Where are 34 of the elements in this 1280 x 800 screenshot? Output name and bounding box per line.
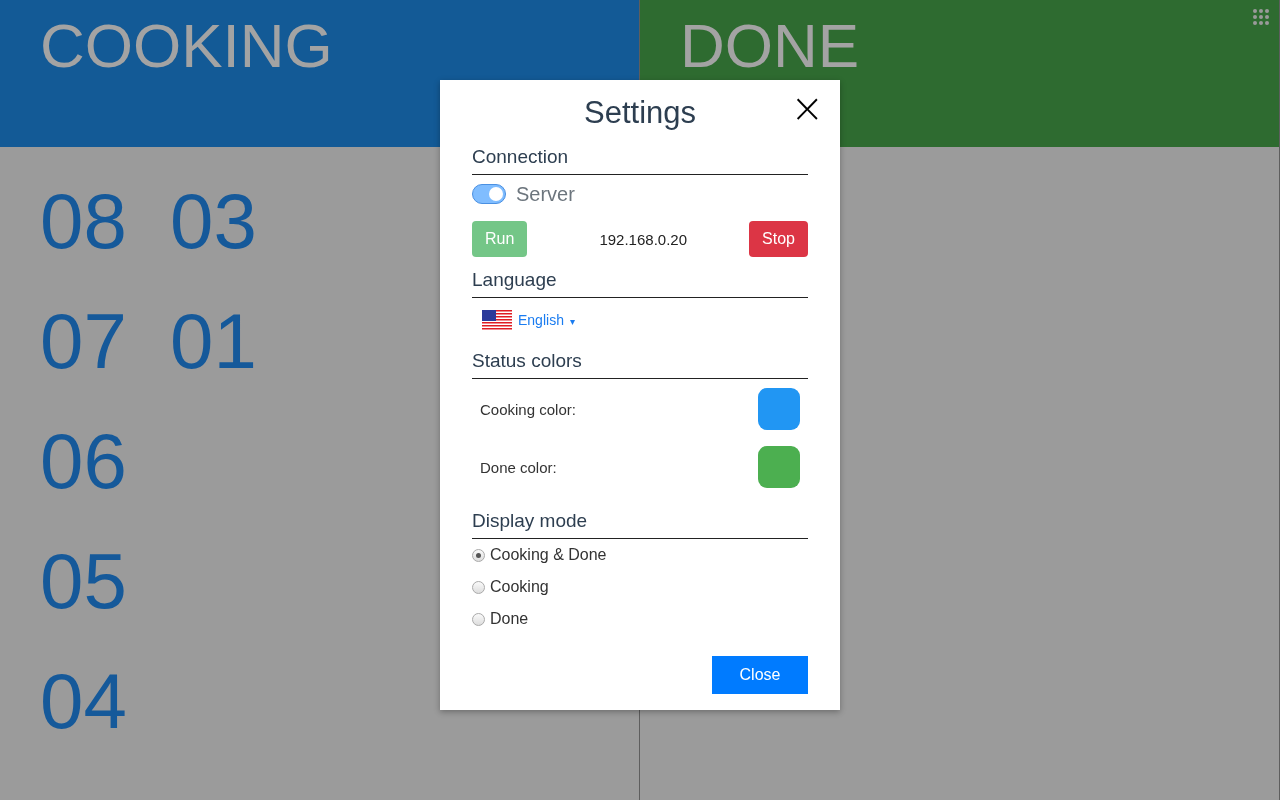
radio-button[interactable]	[472, 548, 485, 562]
order-number: 05	[40, 542, 128, 620]
apps-grid-icon[interactable]	[1252, 8, 1270, 26]
section-heading: Connection	[472, 134, 808, 175]
dialog-title: Settings	[584, 95, 696, 131]
order-number: 04	[40, 662, 128, 740]
section-heading: Status colors	[472, 338, 808, 379]
close-button[interactable]: Close	[712, 656, 808, 694]
radio-button[interactable]	[472, 612, 485, 626]
order-number: 01	[170, 302, 258, 380]
color-swatch[interactable]	[758, 446, 800, 488]
color-label: Done color:	[480, 458, 557, 476]
order-number: 06	[40, 422, 128, 500]
stop-button[interactable]: Stop	[749, 221, 808, 257]
order-number: 07	[40, 302, 128, 380]
server-toggle[interactable]	[472, 184, 506, 204]
color-label: Cooking color:	[480, 400, 576, 418]
flag-icon	[482, 310, 512, 330]
column-title: COOKING	[40, 18, 333, 74]
close-button[interactable]: ×	[786, 88, 828, 128]
section-heading: Language	[472, 257, 808, 298]
server-label: Server	[516, 182, 575, 206]
language-dropdown[interactable]: English ▾	[518, 312, 575, 328]
radio-button[interactable]	[472, 580, 485, 594]
run-button[interactable]: Run	[472, 221, 528, 257]
radio-label: Cooking	[490, 578, 549, 596]
column-title: DONE	[680, 18, 860, 74]
section-heading: Display mode	[472, 498, 808, 539]
ip-address: 192.168.0.20	[599, 230, 687, 248]
order-number: 08	[40, 182, 128, 260]
order-number: 03	[170, 182, 258, 260]
color-swatch[interactable]	[758, 388, 800, 430]
radio-label: Cooking & Done	[490, 546, 607, 564]
radio-label: Done	[490, 610, 529, 628]
